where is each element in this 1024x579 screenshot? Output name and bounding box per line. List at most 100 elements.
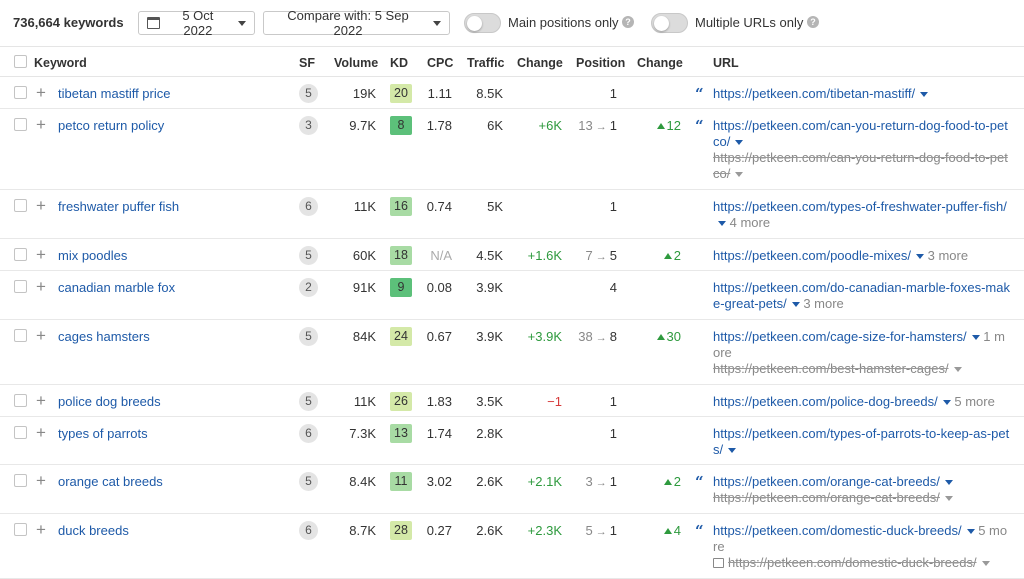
- url-link[interactable]: https://petkeen.com/can-you-return-dog-f…: [713, 118, 1008, 149]
- keyword-link[interactable]: freshwater puffer fish: [58, 199, 179, 214]
- keyword-link[interactable]: types of parrots: [58, 426, 148, 441]
- row-checkbox[interactable]: [14, 118, 27, 131]
- url-link[interactable]: https://petkeen.com/do-canadian-marble-f…: [713, 280, 1010, 311]
- sf-badge[interactable]: 5: [299, 246, 318, 265]
- previous-url[interactable]: https://petkeen.com/can-you-return-dog-f…: [713, 150, 1008, 181]
- volume-value: 8.4K: [349, 474, 376, 489]
- chevron-down-icon[interactable]: [966, 529, 975, 534]
- volume-value: 8.7K: [349, 523, 376, 538]
- plus-icon[interactable]: +: [36, 424, 46, 441]
- sf-badge[interactable]: 5: [299, 472, 318, 491]
- cpc-value: 1.83: [426, 394, 452, 409]
- row-checkbox[interactable]: [14, 248, 27, 261]
- more-urls[interactable]: 3 more: [928, 248, 968, 263]
- keyword-link[interactable]: mix poodles: [58, 248, 127, 263]
- date-select[interactable]: 5 Oct 2022: [138, 8, 255, 38]
- triangle-up-icon: [663, 528, 672, 534]
- sf-badge[interactable]: 6: [299, 521, 318, 540]
- previous-url[interactable]: https://petkeen.com/best-hamster-cages/: [713, 361, 949, 376]
- main-positions-toggle[interactable]: [464, 13, 501, 33]
- previous-url[interactable]: https://petkeen.com/domestic-duck-breeds…: [728, 555, 977, 570]
- keyword-link[interactable]: orange cat breeds: [58, 474, 163, 489]
- url-link[interactable]: https://petkeen.com/types-of-freshwater-…: [713, 199, 1007, 214]
- compare-select[interactable]: Compare with: 5 Sep 2022: [263, 8, 450, 38]
- chevron-down-icon[interactable]: [944, 480, 953, 485]
- keyword-link[interactable]: petco return policy: [58, 118, 164, 133]
- quote-icon: “: [695, 473, 704, 491]
- url-link[interactable]: https://petkeen.com/types-of-parrots-to-…: [713, 426, 1009, 457]
- sf-badge[interactable]: 2: [299, 278, 318, 297]
- url-link[interactable]: https://petkeen.com/cage-size-for-hamste…: [713, 329, 967, 344]
- chevron-down-icon[interactable]: [718, 221, 726, 226]
- sf-badge[interactable]: 5: [299, 392, 318, 411]
- header-keyword[interactable]: Keyword: [34, 56, 87, 70]
- more-urls[interactable]: 5 more: [954, 394, 994, 409]
- position-cell: 13 → 1: [578, 118, 617, 133]
- chevron-down-icon[interactable]: [971, 335, 980, 340]
- row-checkbox[interactable]: [14, 199, 27, 212]
- row-checkbox[interactable]: [14, 394, 27, 407]
- plus-icon[interactable]: +: [36, 246, 46, 263]
- current-position: 1: [609, 523, 617, 538]
- header-traffic[interactable]: Traffic: [467, 56, 505, 70]
- url-link[interactable]: https://petkeen.com/domestic-duck-breeds…: [713, 523, 962, 538]
- chevron-down-icon[interactable]: [944, 496, 953, 501]
- keyword-link[interactable]: canadian marble fox: [58, 280, 175, 295]
- plus-icon[interactable]: +: [36, 392, 46, 409]
- plus-icon[interactable]: +: [36, 278, 46, 295]
- url-link[interactable]: https://petkeen.com/police-dog-breeds/: [713, 394, 938, 409]
- row-checkbox[interactable]: [14, 86, 27, 99]
- url-link[interactable]: https://petkeen.com/tibetan-mastiff/: [713, 86, 915, 101]
- row-checkbox[interactable]: [14, 523, 27, 536]
- row-checkbox[interactable]: [14, 426, 27, 439]
- row-checkbox[interactable]: [14, 474, 27, 487]
- sf-badge[interactable]: 3: [299, 116, 318, 135]
- header-change[interactable]: Change: [517, 56, 563, 70]
- url-cell: https://petkeen.com/police-dog-breeds/ 5…: [713, 394, 1011, 410]
- chevron-down-icon[interactable]: [735, 140, 744, 145]
- help-icon[interactable]: ?: [622, 16, 634, 28]
- select-all-checkbox[interactable]: [14, 55, 27, 68]
- keyword-link[interactable]: tibetan mastiff price: [58, 86, 170, 101]
- row-checkbox[interactable]: [14, 280, 27, 293]
- chevron-down-icon[interactable]: [735, 172, 744, 177]
- keyword-link[interactable]: cages hamsters: [58, 329, 150, 344]
- header-position[interactable]: Position: [576, 56, 625, 70]
- header-cpc[interactable]: CPC: [427, 56, 453, 70]
- previous-position: 5: [585, 523, 593, 538]
- keyword-link[interactable]: police dog breeds: [58, 394, 161, 409]
- chevron-down-icon[interactable]: [791, 302, 800, 307]
- sf-badge[interactable]: 5: [299, 327, 318, 346]
- chevron-down-icon[interactable]: [920, 92, 929, 97]
- more-urls[interactable]: 3 more: [803, 296, 843, 311]
- header-volume[interactable]: Volume: [334, 56, 378, 70]
- header-position-change[interactable]: Change: [637, 56, 683, 70]
- plus-icon[interactable]: +: [36, 116, 46, 133]
- more-urls[interactable]: 4 more: [730, 215, 770, 230]
- row-checkbox[interactable]: [14, 329, 27, 342]
- header-kd[interactable]: KD: [390, 56, 408, 70]
- chevron-down-icon[interactable]: [981, 561, 990, 566]
- chevron-down-icon[interactable]: [953, 367, 962, 372]
- multiple-urls-toggle[interactable]: [651, 13, 688, 33]
- header-sf[interactable]: SF: [299, 56, 315, 70]
- sf-badge[interactable]: 5: [299, 84, 318, 103]
- chevron-down-icon[interactable]: [916, 254, 924, 259]
- help-icon[interactable]: ?: [807, 16, 819, 28]
- url-cell: https://petkeen.com/do-canadian-marble-f…: [713, 280, 1011, 312]
- url-link[interactable]: https://petkeen.com/poodle-mixes/: [713, 248, 911, 263]
- plus-icon[interactable]: +: [36, 84, 46, 101]
- plus-icon[interactable]: +: [36, 327, 46, 344]
- triangle-up-icon: [656, 123, 665, 129]
- url-link[interactable]: https://petkeen.com/orange-cat-breeds/: [713, 474, 940, 489]
- plus-icon[interactable]: +: [36, 472, 46, 489]
- keyword-link[interactable]: duck breeds: [58, 523, 129, 538]
- plus-icon[interactable]: +: [36, 521, 46, 538]
- previous-url[interactable]: https://petkeen.com/orange-cat-breeds/: [713, 490, 940, 505]
- plus-icon[interactable]: +: [36, 197, 46, 214]
- kd-badge: 16: [390, 197, 412, 216]
- chevron-down-icon[interactable]: [942, 400, 951, 405]
- sf-badge[interactable]: 6: [299, 197, 318, 216]
- chevron-down-icon[interactable]: [728, 448, 737, 453]
- sf-badge[interactable]: 6: [299, 424, 318, 443]
